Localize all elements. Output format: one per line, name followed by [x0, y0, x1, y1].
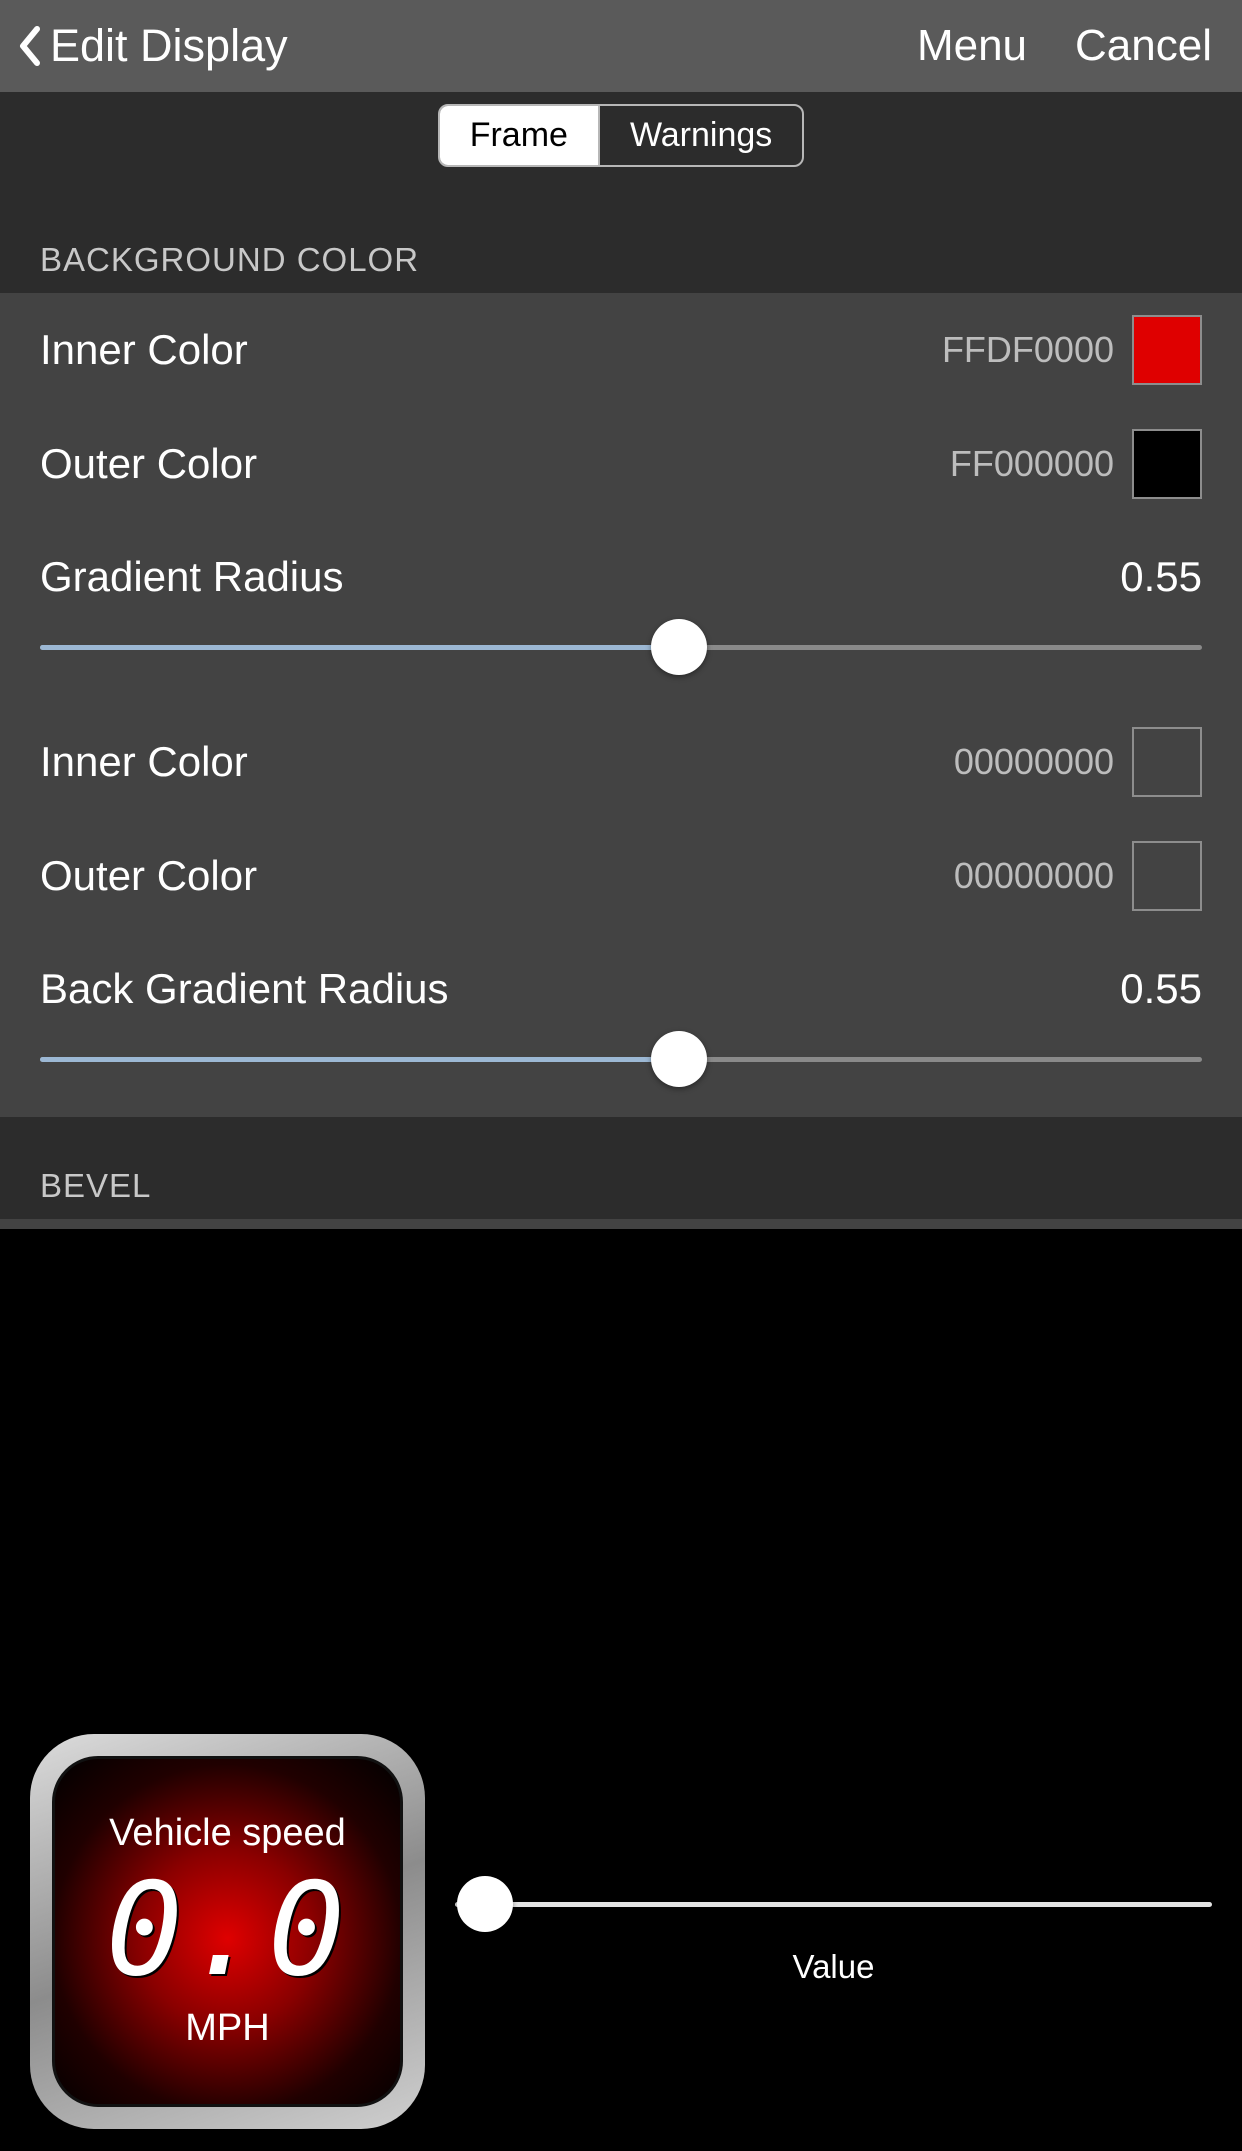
row-label: Inner Color	[40, 326, 248, 374]
gauge-inner: Vehicle speed 0.0 MPH	[52, 1756, 403, 2107]
outer-color-row[interactable]: Outer Color FF000000	[0, 407, 1242, 521]
outer-color-hex: FF000000	[950, 443, 1114, 485]
gradient-radius-slider[interactable]	[40, 619, 1202, 675]
section-header-bevel: BEVEL	[0, 1117, 1242, 1219]
value-slider-col: Value	[455, 1876, 1212, 1986]
outer-color-row-2[interactable]: Outer Color 00000000	[0, 819, 1242, 933]
slider-fill	[40, 645, 679, 650]
inner-color-hex: FFDF0000	[942, 329, 1114, 371]
gradient-radius-row: Gradient Radius 0.55	[0, 521, 1242, 611]
gauge-unit: MPH	[185, 2007, 269, 2050]
row-label: Outer Color	[40, 852, 257, 900]
section-header-background: BACKGROUND COLOR	[0, 191, 1242, 293]
segmented-control: Frame Warnings	[438, 104, 805, 167]
slider-thumb[interactable]	[651, 1031, 707, 1087]
navbar: Edit Display Menu Cancel	[0, 0, 1242, 92]
back-gradient-radius-value: 0.55	[1120, 965, 1202, 1013]
menu-button[interactable]: Menu	[917, 21, 1027, 71]
slider-thumb[interactable]	[457, 1876, 513, 1932]
background-color-panel: Inner Color FFDF0000 Outer Color FF00000…	[0, 293, 1242, 1117]
bevel-panel	[0, 1219, 1242, 1229]
segmented-wrap: Frame Warnings	[0, 92, 1242, 191]
chevron-left-icon	[14, 22, 44, 70]
inner-color-hex-2: 00000000	[954, 741, 1114, 783]
inner-color-swatch-2[interactable]	[1132, 727, 1202, 797]
nav-back-label: Edit Display	[50, 20, 288, 72]
tab-frame[interactable]: Frame	[440, 106, 598, 165]
gauge-frame: Vehicle speed 0.0 MPH	[30, 1734, 425, 2129]
preview-area: Vehicle speed 0.0 MPH Value	[0, 1711, 1242, 2151]
tab-warnings[interactable]: Warnings	[598, 106, 802, 165]
outer-color-swatch-2[interactable]	[1132, 841, 1202, 911]
scroll-area[interactable]: Frame Warnings BACKGROUND COLOR Inner Co…	[0, 92, 1242, 1711]
gauge-value: 0.0	[106, 1867, 349, 1995]
nav-back[interactable]: Edit Display	[14, 20, 288, 72]
gauge-title: Vehicle speed	[109, 1812, 346, 1855]
slider-thumb[interactable]	[651, 619, 707, 675]
gradient-radius-slider-wrap	[0, 611, 1242, 705]
row-label: Inner Color	[40, 738, 248, 786]
inner-color-row[interactable]: Inner Color FFDF0000	[0, 293, 1242, 407]
nav-right: Menu Cancel	[917, 21, 1212, 71]
outer-color-hex-2: 00000000	[954, 855, 1114, 897]
row-label: Back Gradient Radius	[40, 965, 449, 1013]
inner-color-row-2[interactable]: Inner Color 00000000	[0, 705, 1242, 819]
back-gradient-radius-slider-wrap	[0, 1023, 1242, 1117]
row-label: Outer Color	[40, 440, 257, 488]
inner-color-swatch[interactable]	[1132, 315, 1202, 385]
value-slider-label: Value	[793, 1948, 875, 1986]
slider-fill	[40, 1057, 679, 1062]
back-gradient-radius-row: Back Gradient Radius 0.55	[0, 933, 1242, 1023]
slider-track	[455, 1902, 1212, 1907]
back-gradient-radius-slider[interactable]	[40, 1031, 1202, 1087]
outer-color-swatch[interactable]	[1132, 429, 1202, 499]
gradient-radius-value: 0.55	[1120, 553, 1202, 601]
value-slider[interactable]	[455, 1876, 1212, 1932]
cancel-button[interactable]: Cancel	[1075, 21, 1212, 71]
row-label: Gradient Radius	[40, 553, 344, 601]
